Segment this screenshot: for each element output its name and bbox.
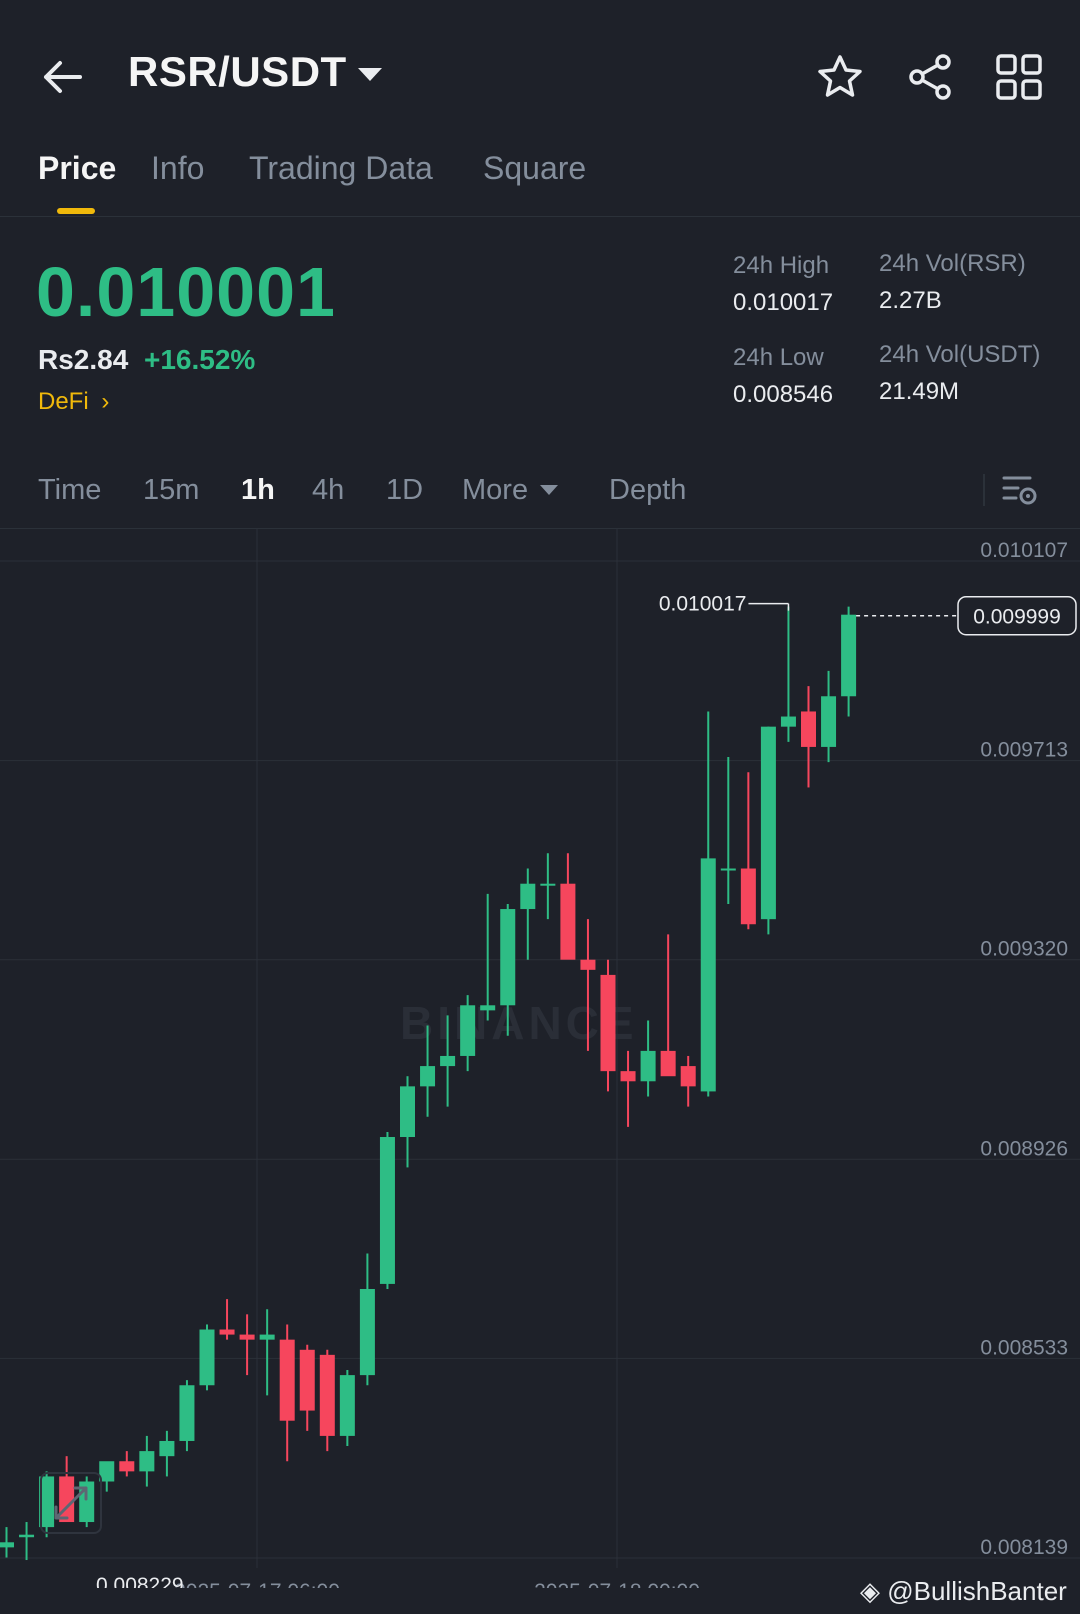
chevron-right-icon: › [101, 388, 110, 415]
low-label: 24h Low [733, 344, 824, 371]
y-tick-label: 0.009713 [980, 739, 1068, 762]
candle-body [400, 1086, 415, 1138]
y-tick-label: 0.008139 [980, 1536, 1068, 1559]
candle-body [740, 868, 756, 925]
current-price-label: 0.009999 [973, 606, 1061, 629]
interval-time[interactable]: Time [38, 474, 101, 507]
binance-logo-icon: ◈ [860, 1576, 880, 1606]
vol-usdt-label: 24h Vol(USDT) [879, 341, 1041, 368]
candle-body [420, 1066, 436, 1087]
tab-info[interactable]: Info [151, 150, 204, 187]
low-value: 0.008546 [733, 381, 834, 408]
more-caret-icon [540, 485, 558, 495]
candle-body [640, 1050, 656, 1082]
candle-body [560, 883, 576, 960]
candle-body [119, 1461, 135, 1472]
high-label: 24h High [733, 252, 830, 279]
candle-body [700, 858, 716, 1092]
candle-body [821, 696, 837, 747]
pair-dropdown-caret-icon[interactable] [358, 68, 382, 81]
y-tick-label: 0.010107 [980, 539, 1068, 562]
x-tick-label: 2025-07-17 06:00 [174, 1580, 340, 1588]
interval-1d[interactable]: 1D [386, 474, 423, 507]
pair-title[interactable]: RSR/USDT [128, 48, 347, 96]
candle-body [500, 909, 516, 1006]
min-price-label: 0.008229 [96, 1574, 184, 1588]
credit-handle: @BullishBanter [887, 1576, 1067, 1606]
expand-chart-button[interactable] [40, 1472, 102, 1534]
last-price: 0.010001 [36, 253, 336, 331]
candle-body [801, 711, 816, 747]
candle-body [319, 1354, 335, 1436]
candle-body [19, 1534, 35, 1538]
candle-body [139, 1451, 155, 1472]
credit-watermark: ◈ @BullishBanter [860, 1576, 1067, 1607]
category-tag[interactable]: DeFi › [38, 388, 109, 416]
candle-body [540, 883, 556, 886]
candle-body [379, 1137, 395, 1284]
active-tab-indicator [57, 208, 95, 214]
candle-body [780, 716, 796, 727]
max-price-label: 0.010017 [659, 593, 747, 616]
category-tag-label: DeFi [38, 388, 89, 415]
grid-menu-icon[interactable] [994, 52, 1044, 102]
candle-body [179, 1385, 195, 1441]
candle-body [720, 868, 736, 871]
interval-4h[interactable]: 4h [312, 474, 344, 507]
candle-body [0, 1542, 14, 1548]
candle-body [680, 1066, 696, 1087]
candle-body [520, 883, 536, 910]
expand-icon [54, 1486, 88, 1520]
share-icon[interactable] [905, 52, 955, 102]
candle-body [440, 1055, 456, 1067]
candle-body [760, 726, 776, 920]
candle-body [339, 1375, 355, 1436]
candle-body [299, 1349, 315, 1411]
chart-settings-icon[interactable] [1000, 470, 1040, 510]
tab-trading-data[interactable]: Trading Data [249, 150, 433, 187]
local-price: Rs2.84 [38, 344, 129, 375]
vol-rsr-value: 2.27B [879, 287, 942, 314]
interval-1h[interactable]: 1h [241, 474, 275, 507]
interval-separator [983, 474, 985, 506]
high-value: 0.010017 [733, 289, 834, 316]
interval-depth[interactable]: Depth [609, 474, 686, 507]
candle-body [359, 1288, 375, 1376]
candle-body [600, 974, 616, 1072]
vol-usdt-value: 21.49M [879, 378, 960, 405]
tab-square[interactable]: Square [483, 150, 586, 187]
x-tick-label: 2025-07-18 00:00 [534, 1580, 700, 1588]
candle-body [460, 1005, 476, 1056]
candle-body [279, 1339, 295, 1421]
candle-body [660, 1050, 676, 1077]
candlestick-chart[interactable]: 0.010107 0.009713 0.009320 0.008926 0.008533… [0, 528, 1080, 1588]
candle-body [239, 1334, 255, 1340]
candle-body [580, 959, 596, 970]
candle-body [841, 614, 857, 697]
interval-more[interactable]: More [462, 474, 528, 507]
vol-rsr-label: 24h Vol(RSR) [879, 250, 1026, 277]
y-tick-label: 0.008926 [980, 1137, 1068, 1160]
candle-body [480, 1005, 496, 1011]
tabs-divider [0, 216, 1080, 217]
candle-body [219, 1329, 235, 1335]
y-tick-label: 0.009320 [980, 938, 1068, 961]
candle-body [620, 1071, 636, 1082]
price-change-percent: +16.52% [144, 344, 256, 375]
tab-price[interactable]: Price [38, 150, 116, 187]
candle-body [199, 1329, 215, 1386]
candle-body [259, 1334, 275, 1340]
back-arrow-icon[interactable] [38, 52, 88, 102]
y-tick-label: 0.008533 [980, 1336, 1068, 1359]
candle-body [159, 1440, 175, 1457]
interval-15m[interactable]: 15m [143, 474, 199, 507]
star-icon[interactable] [815, 52, 865, 102]
